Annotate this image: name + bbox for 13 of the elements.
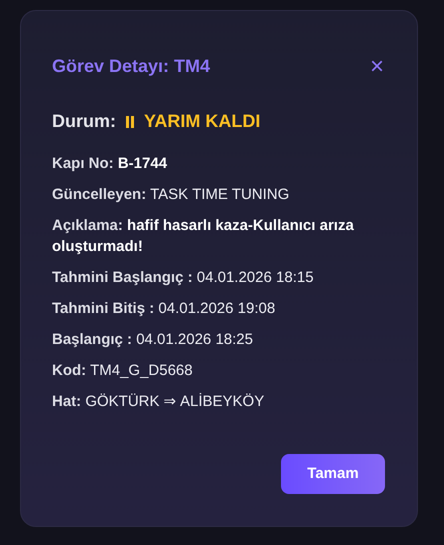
detail-line: Güncelleyen: TASK TIME TUNING bbox=[52, 185, 290, 205]
close-button[interactable]: × bbox=[370, 54, 384, 78]
detail-line: Hat: GÖKTÜRK ⇒ ALİBEYKÖY bbox=[52, 392, 266, 412]
detail-line: Açıklama: hafif hasarlı kaza-Kullanıcı arıza oluşturmadı! bbox=[52, 216, 355, 257]
detail-line: Tahmini Başlangıç : 04.01.2026 18:15 bbox=[52, 268, 315, 288]
dialog-title: Görev Detayı: TM4 bbox=[52, 55, 210, 78]
status-value: YARIM KALDI bbox=[144, 110, 260, 133]
detail-line: Kapı No: B-1744 bbox=[52, 154, 168, 174]
detail-line: Başlangıç : 04.01.2026 18:25 bbox=[52, 330, 254, 350]
detail-line: Tahmini Bitiş : 04.01.2026 19:08 bbox=[52, 299, 276, 319]
status-label: Durum: bbox=[52, 110, 116, 133]
detail-line: Kod: TM4_G_D5668 bbox=[52, 361, 194, 381]
ok-button[interactable]: Tamam bbox=[281, 454, 385, 494]
